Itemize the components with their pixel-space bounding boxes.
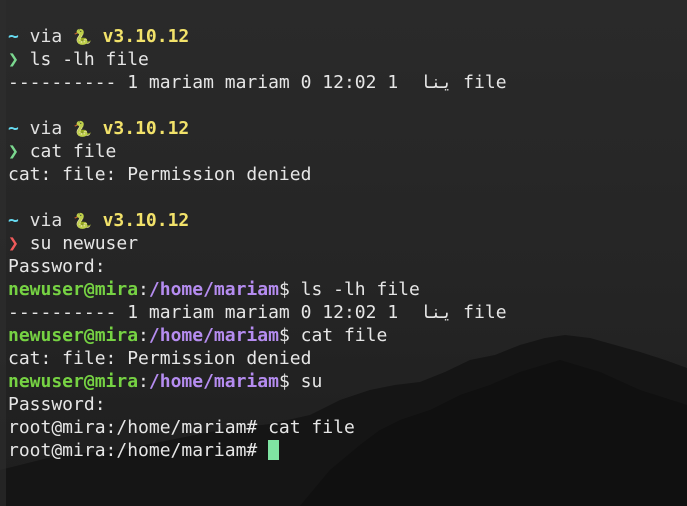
command-text: su newuser xyxy=(29,233,139,254)
prompt-via-text: via xyxy=(18,210,74,231)
text-cursor[interactable] xyxy=(268,440,280,460)
prompt-arrow-icon: ❯ xyxy=(8,141,19,162)
command-text: cat file xyxy=(29,141,117,162)
python-icon: 🐍 xyxy=(73,28,92,46)
prompt-info-line: ~ via 🐍 v3.10.12 xyxy=(8,209,683,232)
shell-prompt-line: newuser@mira:/home/mariam$ su xyxy=(8,370,683,393)
shell-prompt-line: newuser@mira:/home/mariam$ cat file xyxy=(8,324,683,347)
output-text: ---------- 1 mariam mariam 0 ينا 1 12:02… xyxy=(8,302,507,323)
prompt-arrow-icon: ❯ xyxy=(8,233,19,254)
output-text: Password: xyxy=(8,394,106,415)
prompt-arrow-icon: ❯ xyxy=(8,49,19,70)
output-text: Password: xyxy=(8,256,106,277)
prompt-via-text: via xyxy=(18,118,74,139)
command-line: ❯ su newuser xyxy=(8,232,683,255)
prompt-symbol: $ xyxy=(278,279,301,300)
output-text: root@mira:/home/mariam# cat file xyxy=(8,417,355,438)
prompt-path: /home/mariam xyxy=(148,371,279,392)
prompt-separator: : xyxy=(138,325,149,346)
prompt-info-line: ~ via 🐍 v3.10.12 xyxy=(8,25,683,48)
python-icon: 🐍 xyxy=(73,212,92,230)
output-line: cat: file: Permission denied xyxy=(8,163,683,186)
prompt-info-line: ~ via 🐍 v3.10.12 xyxy=(8,117,683,140)
command-line: ❯ ls -lh file xyxy=(8,48,683,71)
prompt-separator: : xyxy=(138,371,149,392)
terminal-output[interactable]: ~ via 🐍 v3.10.12 ❯ ls -lh file ---------- … xyxy=(8,25,683,462)
prompt-symbol: $ xyxy=(278,325,301,346)
active-input-line[interactable]: root@mira:/home/mariam# xyxy=(8,439,683,462)
output-line: Password: xyxy=(8,393,683,416)
output-line: Password: xyxy=(8,255,683,278)
command-text: su xyxy=(300,371,323,392)
python-version: v3.10.12 xyxy=(102,26,190,47)
output-text: cat: file: Permission denied xyxy=(8,164,312,185)
prompt-symbol: $ xyxy=(278,371,301,392)
prompt-user-host: newuser@mira xyxy=(8,371,139,392)
prompt-user-host: newuser@mira xyxy=(8,325,139,346)
output-text: ---------- 1 mariam mariam 0 ينا 1 12:02… xyxy=(8,72,507,93)
prompt-separator: : xyxy=(138,279,149,300)
output-text: cat: file: Permission denied xyxy=(8,348,312,369)
output-line: ---------- 1 mariam mariam 0 ينا 1 12:02… xyxy=(8,71,683,94)
command-line: ❯ cat file xyxy=(8,140,683,163)
output-line: root@mira:/home/mariam# cat file xyxy=(8,416,683,439)
command-text: ls -lh file xyxy=(300,279,420,300)
prompt-directory: ~ xyxy=(8,118,19,139)
root-prompt: root@mira:/home/mariam# xyxy=(8,440,269,461)
prompt-directory: ~ xyxy=(8,26,19,47)
python-version: v3.10.12 xyxy=(102,118,190,139)
prompt-path: /home/mariam xyxy=(148,279,279,300)
shell-prompt-line: newuser@mira:/home/mariam$ ls -lh file xyxy=(8,278,683,301)
python-icon: 🐍 xyxy=(73,120,92,138)
prompt-via-text: via xyxy=(18,26,74,47)
output-line: cat: file: Permission denied xyxy=(8,347,683,370)
command-text: cat file xyxy=(300,325,388,346)
prompt-directory: ~ xyxy=(8,210,19,231)
output-line: ---------- 1 mariam mariam 0 ينا 1 12:02… xyxy=(8,301,683,324)
command-text: ls -lh file xyxy=(29,49,149,70)
python-version: v3.10.12 xyxy=(102,210,190,231)
prompt-user-host: newuser@mira xyxy=(8,279,139,300)
prompt-path: /home/mariam xyxy=(148,325,279,346)
